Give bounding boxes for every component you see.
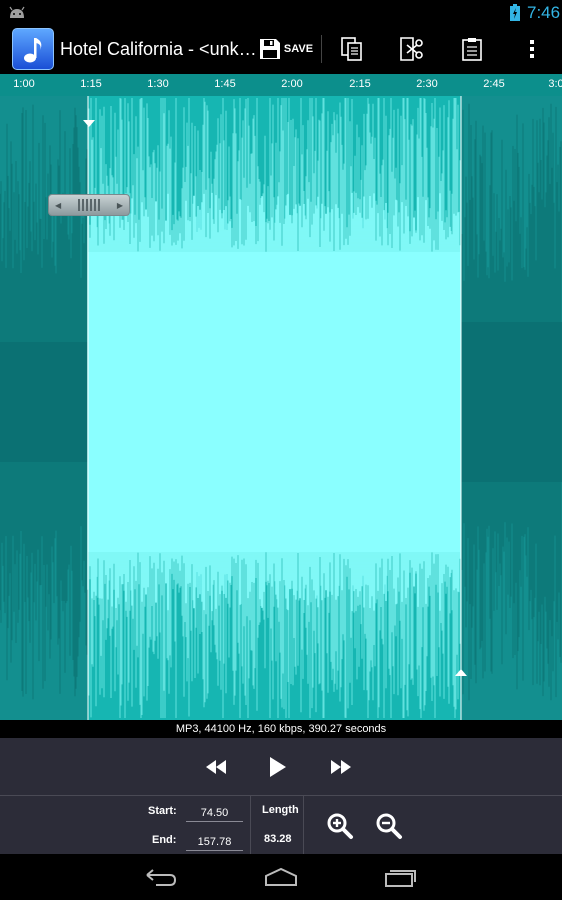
start-marker-handle[interactable]: ◀ ▶ [48,194,130,216]
timeline-tick-label: 2:45 [483,78,505,90]
navigation-bar [0,854,562,900]
cut-icon [400,37,423,61]
recents-icon [385,870,416,887]
play-button[interactable] [260,752,296,782]
action-divider [321,35,322,63]
start-time-field[interactable]: 74.50 [186,807,243,822]
back-icon [146,869,177,886]
timeline-tick-label: 1:45 [214,78,236,90]
timeline-tick-label: 1:15 [80,78,102,90]
save-label: SAVE [283,43,314,55]
copy-icon [341,37,362,61]
rewind-icon [206,760,226,774]
zoom-in-button[interactable] [326,812,354,840]
edit-panel: Start: 74.50 End: 157.78 Length 83.28 [0,796,562,854]
start-label: Start: [148,805,177,817]
arrow-right-icon: ▶ [116,200,123,210]
paste-icon [462,38,482,61]
status-bar: 7:46 [0,0,562,25]
zoom-out-button[interactable] [375,812,403,840]
recents-button[interactable] [381,864,421,890]
panel-divider [250,796,251,854]
song-title: Hotel California - <unk… [60,39,257,59]
home-icon [265,867,297,886]
overflow-menu-icon [530,40,534,58]
timeline-tick-label: 2:30 [416,78,438,90]
file-info: MP3, 44100 Hz, 160 kbps, 390.27 seconds [0,720,562,738]
app-icon[interactable] [12,28,54,70]
waveform-view[interactable]: ◀ ▶ ◀ ▶ [0,96,562,720]
arrow-left-icon: ◀ [55,200,62,210]
play-icon [270,757,286,777]
length-value: 83.28 [264,833,292,845]
paste-button[interactable] [450,25,494,73]
waveform-graphic [0,96,562,720]
action-bar: Hotel California - <unk… SAVE [0,25,562,99]
fast-forward-icon [331,760,351,774]
grip-icon [78,199,100,211]
home-button[interactable] [261,864,301,890]
panel-divider [303,796,304,854]
battery-charging-icon [510,4,520,21]
transport-controls [0,738,562,796]
zoom-out-icon [376,813,402,839]
back-button[interactable] [141,864,181,890]
timeline-tick-label: 2:00 [281,78,303,90]
cut-button[interactable] [390,25,434,73]
save-icon [259,39,280,59]
timeline-tick-label: 2:15 [349,78,371,90]
android-icon [9,6,25,18]
length-label: Length [262,804,299,816]
timeline-tick-label: 1:30 [147,78,169,90]
timeline-ruler[interactable]: 1:00 1:15 1:30 1:45 2:00 2:15 2:30 2:45 3:0 [0,74,562,96]
clock: 7:46 [527,3,561,22]
save-button[interactable]: SAVE [253,25,319,73]
end-time-field[interactable]: 157.78 [186,836,243,851]
copy-button[interactable] [330,25,374,73]
timeline-tick-label: 1:00 [13,78,35,90]
music-note-icon [24,38,42,63]
overflow-menu-button[interactable] [510,25,554,73]
fast-forward-button[interactable] [323,752,359,782]
timeline-tick-label: 3:0 [548,78,562,90]
zoom-in-icon [327,813,353,839]
end-label: End: [152,834,177,846]
rewind-button[interactable] [198,752,234,782]
